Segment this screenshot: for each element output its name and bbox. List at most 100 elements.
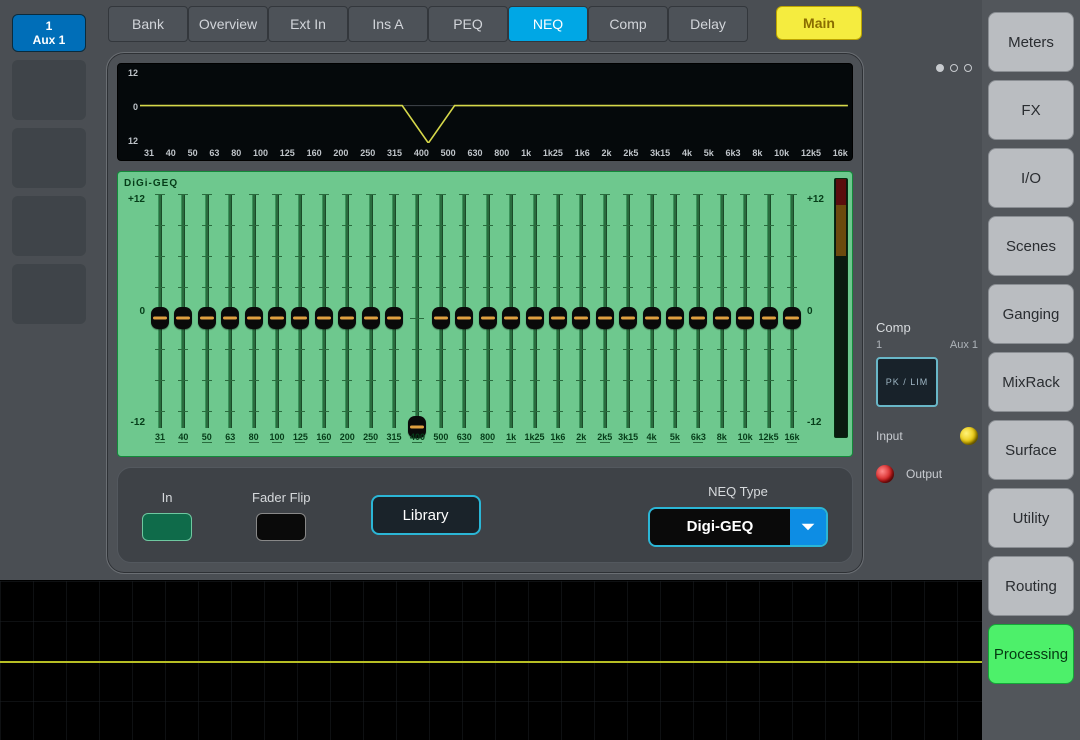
nav-i-o[interactable]: I/O bbox=[988, 148, 1074, 208]
geq-band-3k15[interactable]: 3k15 bbox=[618, 194, 638, 442]
geq-band-100[interactable]: 100 bbox=[267, 194, 287, 442]
geq-band-freq-label: 4k bbox=[647, 432, 657, 442]
geq-band-freq-label: 160 bbox=[316, 432, 331, 442]
neq-type-label: NEQ Type bbox=[708, 484, 768, 499]
geq-band-freq-label: 100 bbox=[270, 432, 285, 442]
fader-flip-label: Fader Flip bbox=[252, 490, 311, 505]
fader-flip-toggle[interactable] bbox=[256, 513, 306, 541]
geq-band-31[interactable]: 31 bbox=[150, 194, 170, 442]
geq-band-freq-label: 16k bbox=[784, 432, 799, 442]
channel-number: 1 bbox=[46, 19, 53, 33]
geq-band-freq-label: 125 bbox=[293, 432, 308, 442]
geq-band-10k[interactable]: 10k bbox=[735, 194, 755, 442]
geq-band-40[interactable]: 40 bbox=[173, 194, 193, 442]
geq-band-freq-label: 2k5 bbox=[597, 432, 612, 442]
nav-scenes[interactable]: Scenes bbox=[988, 216, 1074, 276]
geq-band-50[interactable]: 50 bbox=[197, 194, 217, 442]
tab-neq[interactable]: NEQ bbox=[508, 6, 588, 42]
nav-processing[interactable]: Processing bbox=[988, 624, 1074, 684]
overview-waveform-strip[interactable] bbox=[0, 580, 982, 740]
geq-band-80[interactable]: 80 bbox=[244, 194, 264, 442]
tab-bank[interactable]: Bank bbox=[108, 6, 188, 42]
channel-name: Aux 1 bbox=[33, 33, 66, 47]
tab-ext-in[interactable]: Ext In bbox=[268, 6, 348, 42]
processing-side-panel: Comp 1 Aux 1 PK / LIM Input bbox=[872, 0, 982, 580]
geq-slider-bank: DiGi-GEQ +120-12 31405063801001251602002… bbox=[117, 171, 853, 457]
comp-channel-name: Aux 1 bbox=[950, 339, 978, 351]
geq-band-6k3[interactable]: 6k3 bbox=[688, 194, 708, 442]
tab-delay[interactable]: Delay bbox=[668, 6, 748, 42]
chevron-down-icon bbox=[790, 509, 826, 545]
geq-band-5k[interactable]: 5k bbox=[665, 194, 685, 442]
tab-overview[interactable]: Overview bbox=[188, 6, 268, 42]
geq-band-1k25[interactable]: 1k25 bbox=[525, 194, 545, 442]
tab-ins-a[interactable]: Ins A bbox=[348, 6, 428, 42]
geq-band-freq-label: 8k bbox=[717, 432, 727, 442]
geq-band-2k5[interactable]: 2k5 bbox=[595, 194, 615, 442]
nav-mixrack[interactable]: MixRack bbox=[988, 352, 1074, 412]
neq-type-value: Digi-GEQ bbox=[650, 509, 790, 545]
library-button[interactable]: Library bbox=[371, 495, 481, 535]
selected-channel-chip[interactable]: 1 Aux 1 bbox=[12, 14, 86, 52]
geq-band-freq-label: 200 bbox=[340, 432, 355, 442]
geq-band-freq-label: 80 bbox=[249, 432, 259, 442]
geq-band-12k5[interactable]: 12k5 bbox=[759, 194, 779, 442]
channel-slot-empty[interactable] bbox=[12, 128, 86, 188]
geq-band-2k[interactable]: 2k bbox=[571, 194, 591, 442]
geq-band-125[interactable]: 125 bbox=[290, 194, 310, 442]
geq-band-freq-label: 500 bbox=[433, 432, 448, 442]
page-dots[interactable] bbox=[876, 64, 978, 90]
nav-routing[interactable]: Routing bbox=[988, 556, 1074, 616]
nav-fx[interactable]: FX bbox=[988, 80, 1074, 140]
eq-response-curve: 12012 3140506380100125160200250315400500… bbox=[117, 63, 853, 161]
geq-band-500[interactable]: 500 bbox=[431, 194, 451, 442]
geq-band-freq-label: 315 bbox=[387, 432, 402, 442]
neq-type-select[interactable]: Digi-GEQ bbox=[648, 507, 828, 547]
geq-band-freq-label: 800 bbox=[480, 432, 495, 442]
dot-icon bbox=[950, 64, 958, 72]
geq-band-freq-label: 400 bbox=[410, 432, 425, 442]
comp-section-title: Comp bbox=[876, 320, 978, 335]
geq-band-250[interactable]: 250 bbox=[361, 194, 381, 442]
geq-band-63[interactable]: 63 bbox=[220, 194, 240, 442]
geq-band-1k[interactable]: 1k bbox=[501, 194, 521, 442]
geq-band-800[interactable]: 800 bbox=[478, 194, 498, 442]
geq-band-freq-label: 250 bbox=[363, 432, 378, 442]
tab-comp[interactable]: Comp bbox=[588, 6, 668, 42]
input-led-icon bbox=[960, 427, 978, 445]
geq-band-8k[interactable]: 8k bbox=[712, 194, 732, 442]
geq-band-16k[interactable]: 16k bbox=[782, 194, 802, 442]
nav-meters[interactable]: Meters bbox=[988, 12, 1074, 72]
dot-icon bbox=[964, 64, 972, 72]
geq-band-freq-label: 630 bbox=[457, 432, 472, 442]
geq-band-freq-label: 50 bbox=[202, 432, 212, 442]
output-led-icon bbox=[876, 465, 894, 483]
global-nav-rail: Meters FX I/O Scenes Ganging MixRack Surface Ut… bbox=[982, 0, 1080, 740]
channel-slot-empty[interactable] bbox=[12, 264, 86, 324]
comp-thumbnail[interactable]: PK / LIM bbox=[876, 357, 938, 407]
geq-band-630[interactable]: 630 bbox=[454, 194, 474, 442]
geq-band-freq-label: 6k3 bbox=[691, 432, 706, 442]
geq-controls: In Fader Flip Library NEQ Type Dig bbox=[117, 467, 853, 563]
input-led-label: Input bbox=[876, 429, 903, 443]
geq-band-1k6[interactable]: 1k6 bbox=[548, 194, 568, 442]
geq-band-freq-label: 1k bbox=[506, 432, 516, 442]
channel-slot-empty[interactable] bbox=[12, 60, 86, 120]
nav-ganging[interactable]: Ganging bbox=[988, 284, 1074, 344]
geq-band-200[interactable]: 200 bbox=[337, 194, 357, 442]
geq-band-315[interactable]: 315 bbox=[384, 194, 404, 442]
main-mix-button[interactable]: Main bbox=[776, 6, 862, 40]
left-channel-rail: 1 Aux 1 bbox=[0, 0, 98, 580]
geq-band-freq-label: 63 bbox=[225, 432, 235, 442]
tab-peq[interactable]: PEQ bbox=[428, 6, 508, 42]
in-toggle[interactable] bbox=[142, 513, 192, 541]
geq-band-400[interactable]: 400 bbox=[407, 194, 427, 442]
channel-slot-empty[interactable] bbox=[12, 196, 86, 256]
geq-output-meter bbox=[834, 178, 848, 438]
nav-utility[interactable]: Utility bbox=[988, 488, 1074, 548]
geq-band-freq-label: 31 bbox=[155, 432, 165, 442]
geq-band-freq-label: 12k5 bbox=[759, 432, 779, 442]
nav-surface[interactable]: Surface bbox=[988, 420, 1074, 480]
geq-band-160[interactable]: 160 bbox=[314, 194, 334, 442]
geq-band-4k[interactable]: 4k bbox=[642, 194, 662, 442]
